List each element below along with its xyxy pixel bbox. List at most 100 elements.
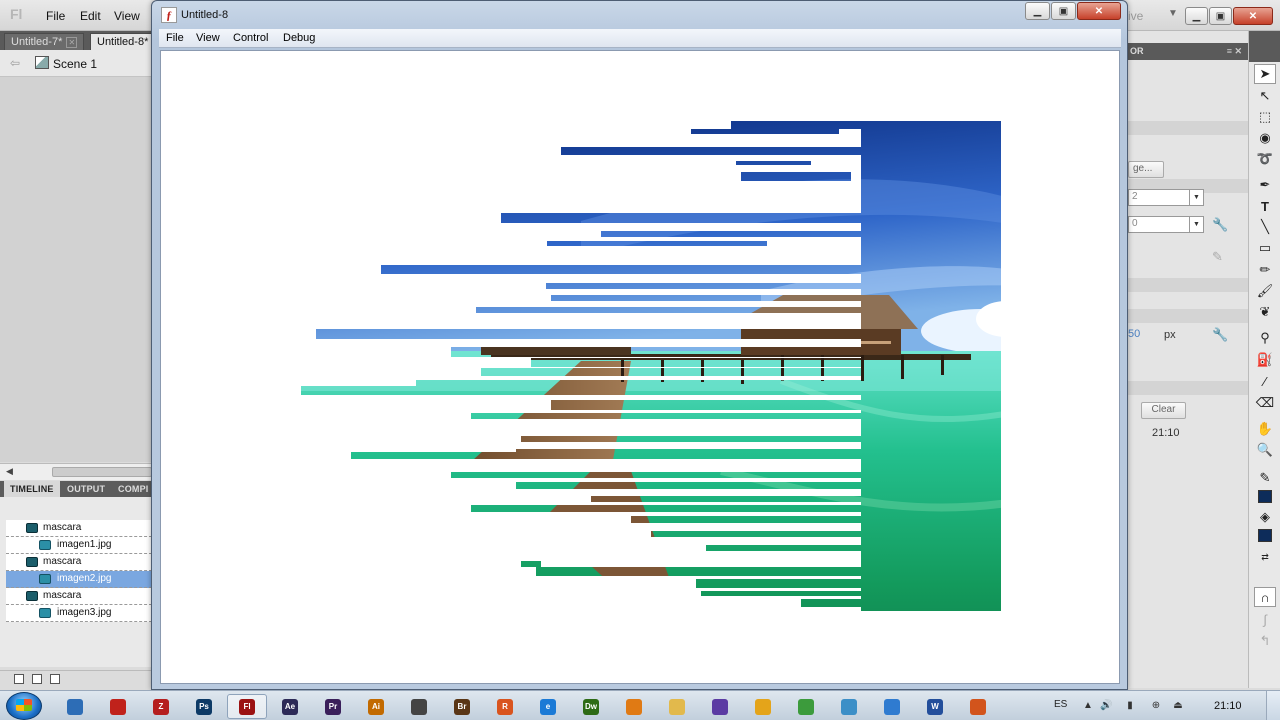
show-desktop-button[interactable] <box>1266 691 1280 720</box>
panel-menu-icon[interactable]: ≡ ✕ <box>1227 46 1242 57</box>
edit-button[interactable]: ge... <box>1128 161 1164 178</box>
menu-file[interactable]: File <box>46 9 65 23</box>
close-icon[interactable]: ✕ <box>66 37 78 48</box>
usb-icon[interactable]: ⏏ <box>1172 700 1184 712</box>
taskbar-app-ie[interactable]: e <box>528 694 568 719</box>
stroke-color-icon[interactable]: ✎ <box>1254 468 1276 488</box>
fill-color-swatch[interactable] <box>1258 529 1272 542</box>
back-arrow-icon[interactable]: ⇦ <box>10 56 20 70</box>
new-folder-icon[interactable] <box>32 674 42 684</box>
taskbar-app-vlc-like[interactable] <box>700 694 740 719</box>
tab-untitled-7[interactable]: Untitled-7* ✕ <box>4 33 85 50</box>
brush-tool-icon[interactable]: 🖌 <box>1254 281 1276 301</box>
tab-output[interactable]: OUTPUT <box>61 481 111 497</box>
rectangle-tool-icon[interactable]: ▭ <box>1254 238 1276 258</box>
taskbar-app-itunes[interactable] <box>872 694 912 719</box>
layer-row[interactable]: imagen1.jpg <box>6 537 152 554</box>
menu-edit[interactable]: Edit <box>80 9 101 23</box>
taskbar-app-firefox[interactable] <box>614 694 654 719</box>
taskbar-app-filezilla[interactable]: Z <box>141 694 181 719</box>
snap-magnet-icon[interactable]: ∩ <box>1254 587 1276 607</box>
taskbar-app-flash[interactable]: Fl <box>227 694 267 719</box>
tab-timeline[interactable]: TIMELINE <box>4 481 60 497</box>
tab-compiler[interactable]: COMPI <box>112 481 155 497</box>
language-indicator[interactable]: ES <box>1054 699 1067 710</box>
eyedropper-tool-icon[interactable]: ⁄ <box>1254 371 1276 391</box>
stage-area[interactable] <box>0 77 152 462</box>
bone-tool-icon[interactable]: ⚲ <box>1254 328 1276 348</box>
taskbar-app-chrome[interactable] <box>786 694 826 719</box>
workspace-dropdown-icon[interactable]: ▼ <box>1168 8 1178 19</box>
clock[interactable]: 21:10 <box>1214 700 1242 712</box>
taskbar-app-cinema[interactable] <box>399 694 439 719</box>
taskbar-app-reader[interactable]: R <box>485 694 525 719</box>
straighten-icon[interactable]: ↰ <box>1254 631 1276 651</box>
wrench-icon[interactable]: 🔧 <box>1212 327 1228 343</box>
taskbar-app-media[interactable] <box>743 694 783 719</box>
taskbar-app-acrobat[interactable] <box>98 694 138 719</box>
taskbar-app-explorer[interactable] <box>657 694 697 719</box>
player-menu-view[interactable]: View <box>196 32 220 44</box>
ide-maximize-button[interactable]: ▣ <box>1209 7 1232 25</box>
scroll-thumb[interactable] <box>52 467 152 477</box>
stroke-color-swatch[interactable] <box>1258 490 1272 503</box>
free-transform-tool-icon[interactable]: ⬚ <box>1254 107 1276 127</box>
player-close-button[interactable]: ✕ <box>1077 2 1121 20</box>
layer-row-selected[interactable]: imagen2.jpg <box>6 571 152 588</box>
horizontal-scrollbar[interactable]: ◀ <box>0 463 152 480</box>
tab-untitled-8[interactable]: Untitled-8* <box>90 33 156 50</box>
ide-close-button[interactable]: ✕ <box>1233 7 1273 25</box>
wrench-icon[interactable]: 🔧 <box>1212 217 1228 233</box>
volume-icon[interactable]: 🔊 <box>1100 700 1112 712</box>
chevron-down-icon[interactable]: ▼ <box>1189 217 1203 232</box>
menu-view[interactable]: View <box>114 9 140 23</box>
deco-tool-icon[interactable]: ❦ <box>1254 302 1276 322</box>
taskbar-app-word[interactable]: W <box>915 694 955 719</box>
taskbar-app-premiere[interactable]: Pr <box>313 694 353 719</box>
subselection-tool-icon[interactable]: ↖ <box>1254 86 1276 106</box>
clear-button[interactable]: Clear <box>1141 402 1186 419</box>
player-menu-file[interactable]: File <box>166 32 184 44</box>
player-menu-control[interactable]: Control <box>233 32 268 44</box>
layer-row[interactable]: mascara <box>6 554 152 571</box>
pen-tool-icon[interactable]: ✒ <box>1254 175 1276 195</box>
taskbar-app-bridge[interactable]: Br <box>442 694 482 719</box>
pencil-tool-icon[interactable]: ✏ <box>1254 260 1276 280</box>
taskbar-app-illustrator[interactable]: Ai <box>356 694 396 719</box>
taskbar-app-ie-globe[interactable] <box>55 694 95 719</box>
selection-tool-icon[interactable]: ➤ <box>1254 64 1276 84</box>
layer-row[interactable]: mascara <box>6 588 152 605</box>
player-menu-debug[interactable]: Debug <box>283 32 315 44</box>
3d-rotation-tool-icon[interactable]: ◉ <box>1254 128 1276 148</box>
player-maximize-button[interactable]: ▣ <box>1051 2 1076 20</box>
pencil-icon[interactable]: ✎ <box>1212 249 1223 265</box>
property-select-1[interactable]: 2 ▼ <box>1128 189 1204 206</box>
unit-value[interactable]: 50 <box>1128 328 1140 340</box>
taskbar-app-after-effects[interactable]: Ae <box>270 694 310 719</box>
tray-expand-icon[interactable]: ▲ <box>1082 700 1094 712</box>
fill-color-icon[interactable]: ◈ <box>1254 507 1276 527</box>
swap-colors-icon[interactable]: ⇄ <box>1254 547 1276 567</box>
zoom-tool-icon[interactable]: 🔍 <box>1254 440 1276 460</box>
player-stage[interactable] <box>160 50 1120 684</box>
signal-icon[interactable]: ▮ <box>1124 700 1136 712</box>
hand-tool-icon[interactable]: ✋ <box>1254 419 1276 439</box>
taskbar-app-photoshop[interactable]: Ps <box>184 694 224 719</box>
taskbar-app-network[interactable] <box>829 694 869 719</box>
taskbar-app-avast[interactable] <box>958 694 998 719</box>
workspace-label[interactable]: ive <box>1128 9 1143 23</box>
smooth-icon[interactable]: ∫ <box>1254 609 1276 629</box>
taskbar-app-dreamweaver[interactable]: Dw <box>571 694 611 719</box>
scene-label[interactable]: Scene 1 <box>53 57 97 71</box>
layer-row[interactable]: imagen3.jpg <box>6 605 152 622</box>
lasso-tool-icon[interactable]: ➰ <box>1254 149 1276 169</box>
text-tool-icon[interactable]: T <box>1254 196 1276 216</box>
layer-row[interactable]: mascara <box>6 520 152 537</box>
player-minimize-button[interactable]: ▁ <box>1025 2 1050 20</box>
chevron-down-icon[interactable]: ▼ <box>1189 190 1203 205</box>
new-layer-icon[interactable] <box>14 674 24 684</box>
scroll-left-icon[interactable]: ◀ <box>6 466 13 477</box>
paint-bucket-tool-icon[interactable]: ⛽ <box>1254 350 1276 370</box>
trash-icon[interactable] <box>50 674 60 684</box>
line-tool-icon[interactable]: ╲ <box>1254 217 1276 237</box>
